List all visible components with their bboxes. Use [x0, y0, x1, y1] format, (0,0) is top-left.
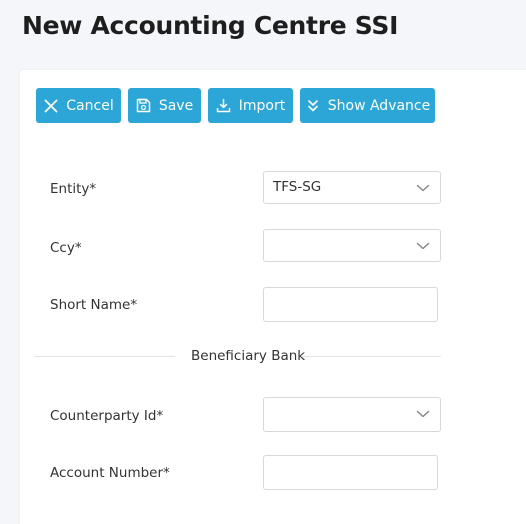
entity-label: Entity* [50, 181, 97, 197]
beneficiary-bank-heading: Beneficiary Bank [191, 348, 306, 364]
close-icon [43, 98, 59, 114]
entity-select[interactable]: TFS-SG [263, 171, 441, 204]
import-label: Import [238, 97, 286, 114]
chevron-down-icon [416, 239, 430, 253]
download-icon [216, 98, 232, 114]
save-label: Save [158, 97, 194, 114]
show-advance-label: Show Advance [327, 97, 431, 114]
ccy-select[interactable] [263, 229, 441, 262]
save-icon [136, 98, 152, 114]
short-name-label: Short Name* [50, 297, 138, 313]
chevron-down-icon [416, 181, 430, 195]
import-button[interactable]: Import [208, 88, 293, 123]
account-number-label: Account Number* [50, 465, 170, 481]
page-title: New Accounting Centre SSI [22, 11, 399, 40]
counterparty-id-select[interactable] [263, 397, 441, 432]
chevron-down-icon [416, 407, 430, 421]
entity-value: TFS-SG [273, 179, 322, 195]
short-name-input[interactable] [263, 287, 438, 322]
double-chevron-down-icon [305, 98, 321, 114]
account-number-input[interactable] [263, 455, 438, 490]
beneficiary-bank-divider: Beneficiary Bank [34, 346, 441, 366]
counterparty-id-label: Counterparty Id* [50, 408, 164, 424]
save-button[interactable]: Save [128, 88, 201, 123]
form-card: Cancel Save Import Show Advance Entity* … [20, 70, 526, 524]
cancel-button[interactable]: Cancel [36, 88, 121, 123]
ccy-label: Ccy* [50, 240, 82, 256]
cancel-label: Cancel [66, 97, 114, 114]
show-advance-button[interactable]: Show Advance [300, 88, 435, 123]
divider-line-right [301, 356, 441, 357]
divider-line-left [34, 356, 175, 357]
